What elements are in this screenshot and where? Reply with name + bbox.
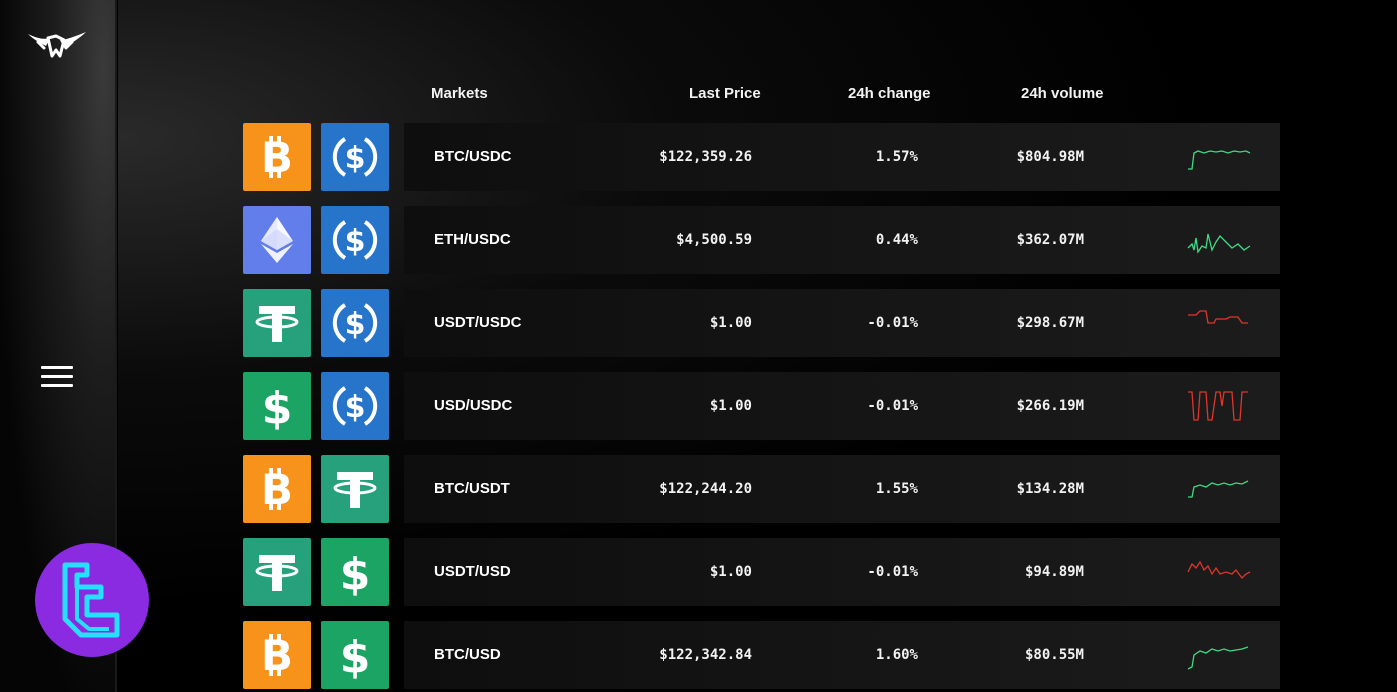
usd-icon: $ — [321, 538, 389, 606]
market-pair: USD/USDC — [434, 397, 513, 414]
last-price: $1.00 — [709, 398, 752, 414]
svg-text:$: $ — [340, 632, 371, 680]
last-price: $122,244.20 — [659, 481, 752, 497]
sparkline-chart — [1187, 233, 1251, 254]
tether-icon — [321, 455, 389, 523]
volume-24h: $94.89M — [1024, 564, 1084, 580]
usd-icon: $ — [321, 621, 389, 689]
sparkline-chart — [1188, 480, 1249, 498]
sparkline-chart — [1188, 150, 1251, 170]
market-row[interactable]: ETH/USDC $4,500.59 0.44% $362.07M — [404, 206, 1280, 274]
usdc-icon: $ — [321, 372, 389, 440]
ethereum-icon — [243, 206, 311, 274]
market-pair: BTC/USD — [434, 646, 501, 663]
sparkline-chart — [1187, 560, 1251, 579]
last-price: $122,342.84 — [659, 647, 752, 663]
last-price: $4,500.59 — [676, 232, 752, 248]
svg-text:$: $ — [345, 224, 366, 259]
volume-24h: $266.19M — [1016, 398, 1084, 414]
market-row[interactable]: USD/USDC $1.00 -0.01% $266.19M — [404, 372, 1280, 440]
change-24h: -0.01% — [867, 315, 918, 331]
volume-24h: $80.55M — [1024, 647, 1084, 663]
header-24h-volume[interactable]: 24h volume — [1021, 85, 1104, 102]
svg-text:$: $ — [340, 549, 371, 597]
bitcoin-icon: B — [243, 621, 311, 689]
volume-24h: $298.67M — [1016, 315, 1084, 331]
svg-text:$: $ — [345, 307, 366, 342]
last-price: $1.00 — [709, 564, 752, 580]
bitcoin-icon: B — [243, 455, 311, 523]
market-pair: BTC/USDT — [434, 480, 510, 497]
market-row[interactable]: BTC/USDC $122,359.26 1.57% $804.98M — [404, 123, 1280, 191]
market-pair: USDT/USD — [434, 563, 511, 580]
tether-icon — [243, 289, 311, 357]
change-24h: -0.01% — [867, 398, 918, 414]
volume-24h: $134.28M — [1016, 481, 1084, 497]
header-24h-change[interactable]: 24h change — [848, 85, 931, 102]
header-markets[interactable]: Markets — [431, 85, 488, 102]
volume-24h: $804.98M — [1016, 149, 1084, 165]
tc-logo-badge-icon — [35, 543, 149, 657]
hamburger-menu-icon[interactable] — [41, 366, 73, 390]
change-24h: 1.55% — [875, 481, 918, 497]
sparkline-chart — [1188, 391, 1248, 421]
usdc-icon: $ — [321, 289, 389, 357]
volume-24h: $362.07M — [1016, 232, 1084, 248]
change-24h: -0.01% — [867, 564, 918, 580]
market-row[interactable]: BTC/USD $122,342.84 1.60% $80.55M — [404, 621, 1280, 689]
change-24h: 1.60% — [875, 647, 918, 663]
tether-icon — [243, 538, 311, 606]
market-pair: USDT/USDC — [434, 314, 522, 331]
usd-icon: $ — [243, 372, 311, 440]
usdc-icon: $ — [321, 206, 389, 274]
market-pair: BTC/USDC — [434, 148, 512, 165]
markets-panel: Markets Last Price 24h change 24h volume… — [118, 0, 1397, 692]
sparkline-chart — [1188, 310, 1248, 324]
market-row[interactable]: USDT/USD $1.00 -0.01% $94.89M — [404, 538, 1280, 606]
svg-text:$: $ — [262, 383, 293, 431]
svg-text:$: $ — [345, 141, 366, 176]
market-row[interactable]: BTC/USDT $122,244.20 1.55% $134.28M — [404, 455, 1280, 523]
market-pair: ETH/USDC — [434, 231, 511, 248]
change-24h: 0.44% — [875, 232, 918, 248]
sparkline-chart — [1187, 646, 1249, 670]
usdc-icon: $ — [321, 123, 389, 191]
bitcoin-icon: B — [243, 123, 311, 191]
market-row[interactable]: USDT/USDC $1.00 -0.01% $298.67M — [404, 289, 1280, 357]
bull-horns-logo-icon[interactable] — [26, 26, 88, 62]
header-last-price[interactable]: Last Price — [689, 85, 761, 102]
last-price: $1.00 — [709, 315, 752, 331]
change-24h: 1.57% — [875, 149, 918, 165]
last-price: $122,359.26 — [659, 149, 752, 165]
table-header: Markets Last Price 24h change 24h volume — [118, 85, 1397, 105]
svg-text:$: $ — [345, 390, 366, 425]
